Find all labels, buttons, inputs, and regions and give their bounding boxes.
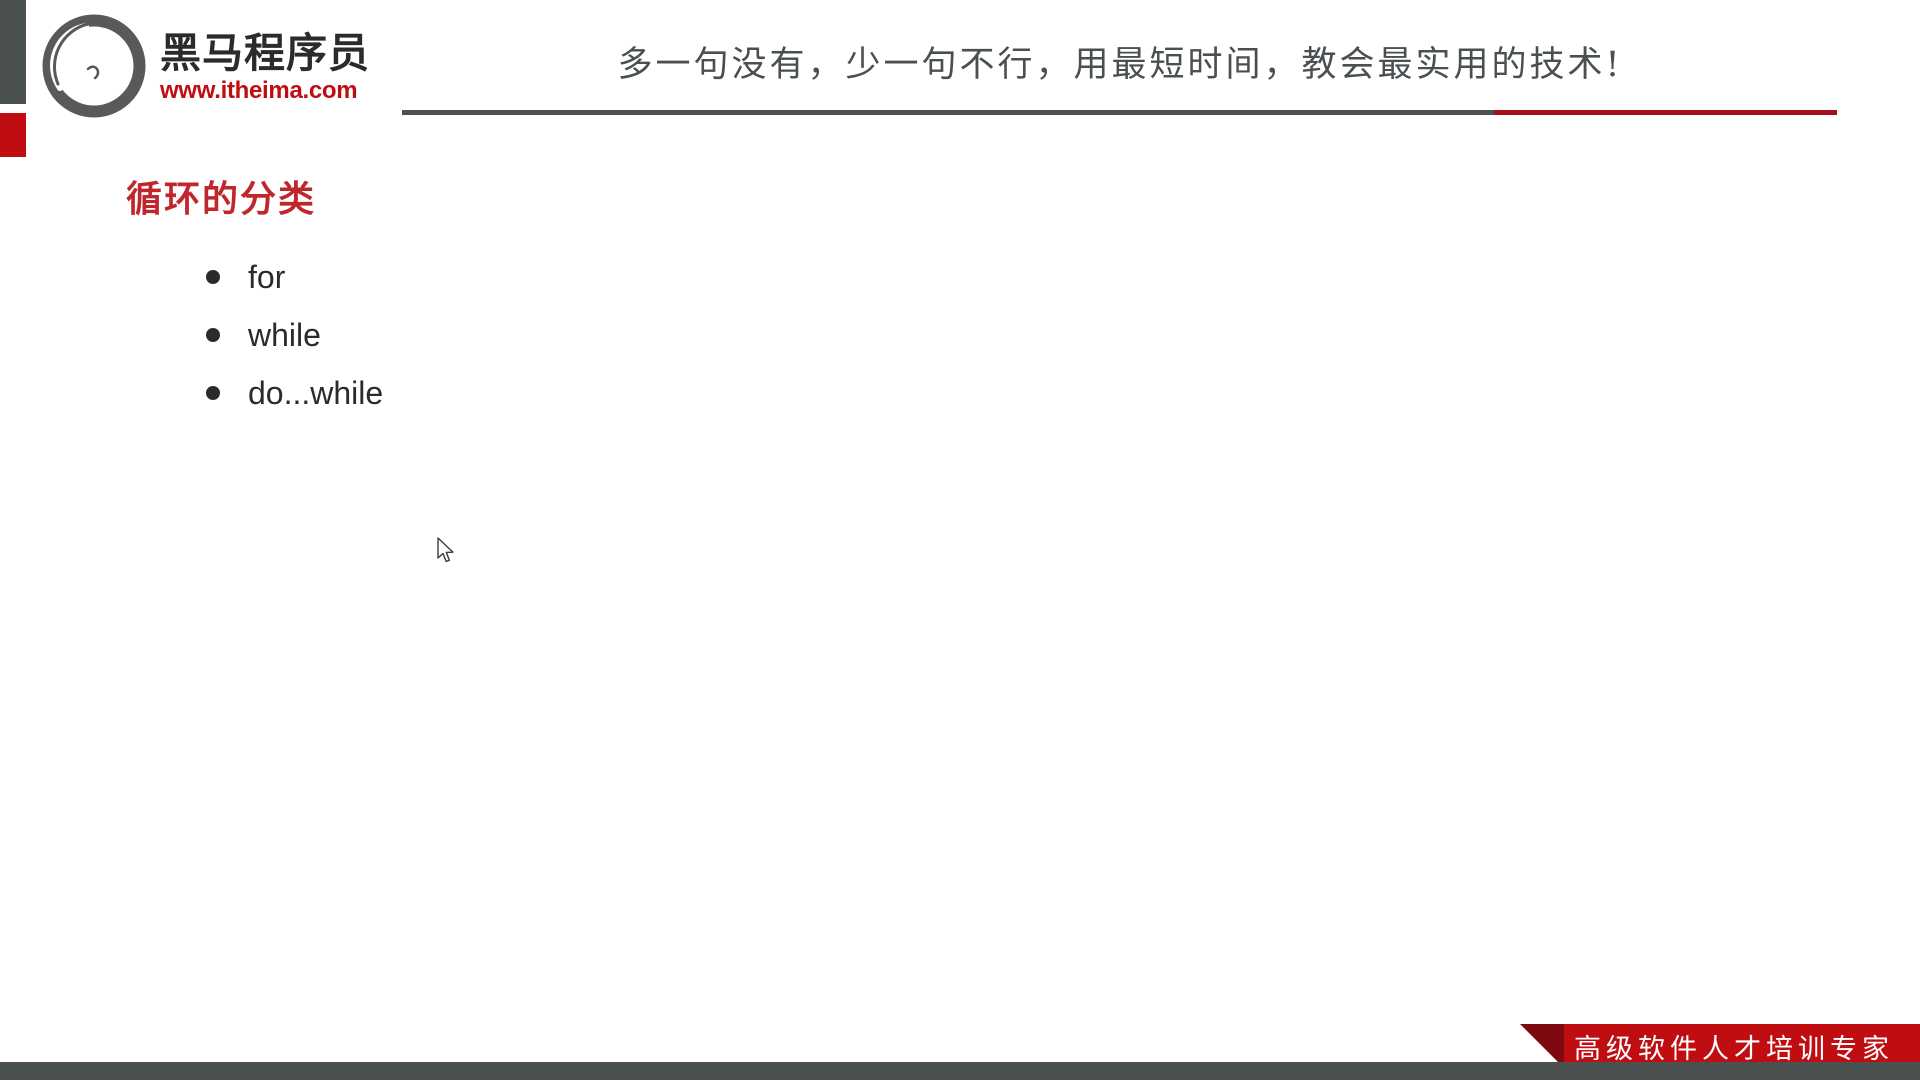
list-item-label: do...while [248, 374, 384, 411]
list-item: while [206, 306, 383, 364]
header-rule-red-segment [1494, 110, 1837, 115]
list-item-label: while [248, 316, 321, 353]
bullet-dot-icon [206, 270, 220, 284]
bullet-dot-icon [206, 328, 220, 342]
bullet-dot-icon [206, 386, 220, 400]
left-edge-bar-gray [0, 0, 26, 104]
brand-url: www.itheima.com [160, 76, 358, 104]
slide-title: 循环的分类 [126, 178, 317, 219]
horse-head-circle-logo-icon [42, 14, 146, 118]
brand-name-cn: 黑马程序员 [160, 29, 370, 76]
mouse-pointer-arrow-icon [437, 537, 457, 565]
list-item: do...while [206, 364, 383, 422]
header-slogan: 多一句没有，少一句不行，用最短时间，教会最实用的技术! [617, 45, 1623, 85]
presentation-slide: 黑马程序员 www.itheima.com 多一句没有，少一句不行，用最短时间，… [0, 0, 1920, 1080]
list-item-label: for [248, 258, 286, 295]
header-divider-rule [402, 110, 1837, 115]
banner-text: 高级软件人才培训专家 [1574, 1033, 1894, 1065]
header-rule-gray-segment [402, 110, 1494, 115]
brand-logo: 黑马程序员 www.itheima.com [42, 14, 370, 118]
left-edge-bar-red [0, 113, 26, 157]
brand-text-block: 黑马程序员 www.itheima.com [160, 28, 370, 105]
bottom-bar [0, 1062, 1920, 1080]
loop-type-list: for while do...while [206, 248, 383, 422]
list-item: for [206, 248, 383, 306]
